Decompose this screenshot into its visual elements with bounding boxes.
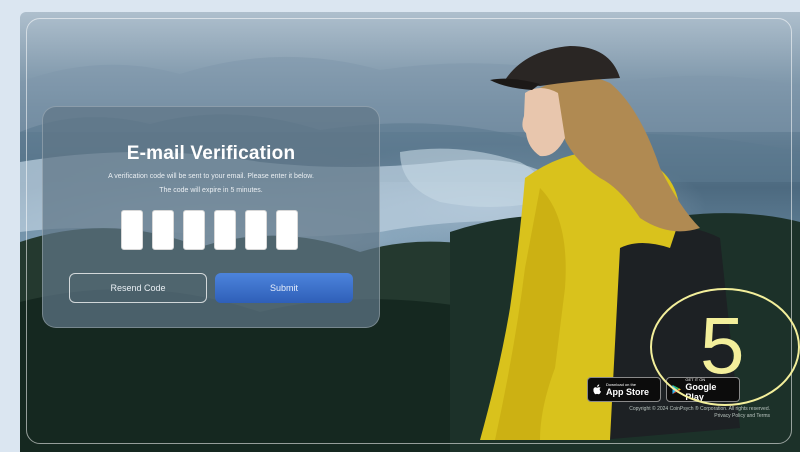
app-store-badge[interactable]: Download on the App Store [587,377,661,402]
card-title: E-mail Verification [126,143,296,164]
code-digit-3[interactable] [183,210,205,250]
resend-code-button[interactable]: Resend Code [69,273,207,303]
code-digit-6[interactable] [276,210,298,250]
verification-card: E-mail Verification A verification code … [42,106,380,328]
expiry-text: The code will expire in 5 minutes. [159,187,263,194]
code-digit-5[interactable] [245,210,267,250]
copyright-text: Copyright © 2024 CoinPsych ® Corporation… [560,406,770,420]
code-digit-1[interactable] [121,210,143,250]
app-store-label: App Store [606,387,650,397]
code-input-row [121,210,303,252]
apple-icon [593,384,601,395]
copyright-line-2: Privacy Policy and Terms [714,413,770,419]
instruction-text: A verification code will be sent to your… [108,173,314,180]
code-digit-4[interactable] [214,210,236,250]
annotation-number: 5 [700,301,745,390]
copyright-line-1: Copyright © 2024 CoinPsych ® Corporation… [629,406,770,412]
code-digit-2[interactable] [152,210,174,250]
submit-button[interactable]: Submit [215,273,353,303]
